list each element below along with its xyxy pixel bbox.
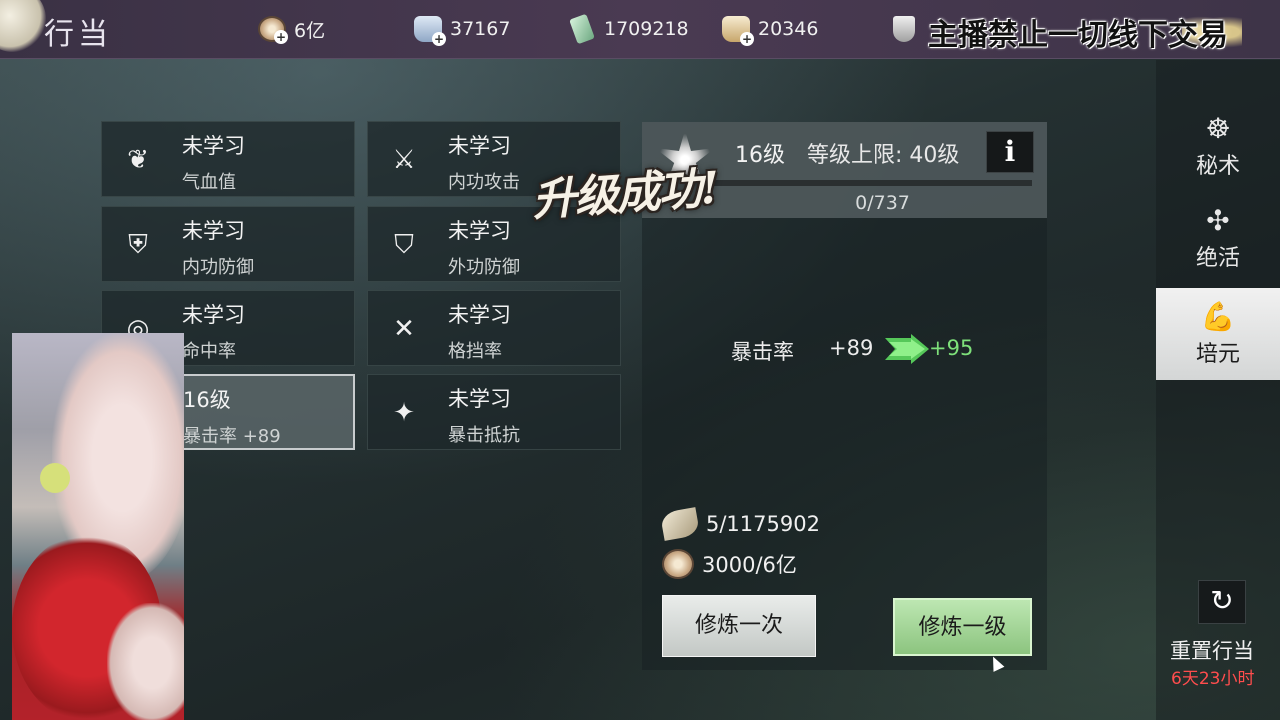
skill-attribute: 暴击抵抗 — [448, 425, 520, 446]
reset-label: 重置行当 — [1170, 639, 1254, 663]
reset-timer: 6天23小时 — [1171, 669, 1255, 689]
stat-current: +89 — [829, 336, 874, 360]
skill-attribute: 气血值 — [182, 172, 236, 193]
currency-badge[interactable] — [890, 14, 918, 44]
coin-icon — [662, 549, 694, 579]
skill-status: 未学习 — [182, 134, 245, 158]
currency-value: 1709218 — [604, 18, 689, 40]
nav-item-peiyuan[interactable]: 💪 培元 — [1156, 288, 1280, 380]
skill-attribute: 命中率 — [182, 341, 236, 362]
crossed-swords-icon: ✕ — [393, 314, 415, 344]
heart-lotus-icon: ❦ — [127, 145, 149, 175]
skill-card-crit-resist[interactable]: ✦ 未学习 暴击抵抗 — [367, 374, 621, 450]
skill-status: 未学习 — [448, 219, 511, 243]
level-cap: 等级上限: 40级 — [807, 143, 960, 168]
arrow-right-icon — [885, 334, 929, 364]
nav-label: 培元 — [1195, 342, 1240, 367]
skill-status: 未学习 — [448, 387, 511, 411]
cost-value: 3000/6亿 — [702, 553, 797, 577]
crit-resist-icon: ✦ — [393, 398, 415, 428]
sword-icon: ⚔ — [392, 145, 416, 175]
info-button[interactable]: i — [986, 131, 1034, 173]
skill-card-hp[interactable]: ❦ 未学习 气血值 — [101, 121, 355, 197]
coin-icon: + — [258, 16, 288, 44]
jade-icon — [569, 13, 595, 45]
gold-ingot-icon: + — [722, 16, 754, 46]
skill-card-block-rate[interactable]: ✕ 未学习 格挡率 — [367, 290, 621, 366]
crossbow-icon: ✣ — [1206, 204, 1230, 237]
nav-item-juehuo[interactable]: ✣ 绝活 — [1156, 192, 1280, 284]
currency-value: 6亿 — [294, 19, 326, 42]
skill-attribute: 格挡率 — [448, 341, 502, 362]
xp-progress-bar — [710, 180, 1032, 186]
leaf-icon — [659, 507, 701, 541]
levelup-banner: 升级成功! — [530, 162, 720, 227]
skill-attribute: 内功攻击 — [448, 172, 520, 193]
nav-label: 绝活 — [1195, 246, 1240, 271]
currency-jade[interactable]: 1709218 — [568, 13, 689, 45]
badge-icon — [893, 16, 915, 42]
skill-attribute: 暴击率 +89 — [183, 426, 281, 447]
skill-status: 未学习 — [182, 303, 245, 327]
top-bar: 行当 + 6亿 + 37167 1709218 + 20346 主播禁止一切线下… — [0, 0, 1280, 59]
armor-shield-icon: ⛉ — [394, 229, 414, 260]
scroll-icon: ☸ — [1205, 112, 1231, 145]
currency-coin[interactable]: + 6亿 — [258, 14, 325, 44]
currency-value: 20346 — [758, 18, 819, 40]
train-once-button[interactable]: 修炼一次 — [662, 595, 816, 657]
stat-name: 暴击率 — [731, 340, 794, 364]
webcam-overlay — [12, 333, 184, 720]
page-title: 行当 — [44, 17, 112, 52]
nav-item-mishu[interactable]: ☸ 秘术 — [1156, 100, 1280, 192]
skill-status: 16级 — [183, 388, 231, 412]
train-level-button[interactable]: 修炼一级 — [893, 598, 1032, 656]
currency-value: 37167 — [450, 18, 511, 40]
skill-status: 未学习 — [448, 134, 511, 158]
skill-status: 未学习 — [182, 219, 245, 243]
xp-text: 0/737 — [855, 192, 910, 214]
cost-value: 5/1175902 — [706, 512, 820, 536]
refresh-icon[interactable]: ↻ — [1198, 580, 1246, 624]
shield-icon: ⛨ — [128, 229, 148, 260]
moon-decoration — [0, 0, 46, 52]
stat-next: +95 — [929, 336, 974, 360]
nav-label: 秘术 — [1195, 154, 1240, 179]
skill-attribute: 外功防御 — [448, 257, 520, 278]
currency-silver[interactable]: + 37167 — [414, 14, 511, 46]
currency-gold[interactable]: + 20346 — [722, 14, 819, 46]
skill-card-inner-defense[interactable]: ⛨ 未学习 内功防御 — [101, 206, 355, 282]
stream-notice: 主播禁止一切线下交易 — [928, 18, 1228, 53]
skill-status: 未学习 — [448, 303, 511, 327]
silver-ingot-icon: + — [414, 16, 446, 46]
skill-attribute: 内功防御 — [182, 257, 254, 278]
current-level: 16级 — [735, 143, 785, 168]
cost-row-coin: 3000/6亿 — [662, 549, 797, 579]
cost-row-leaf: 5/1175902 — [659, 507, 820, 541]
muscle-icon: 💪 — [1200, 300, 1236, 333]
